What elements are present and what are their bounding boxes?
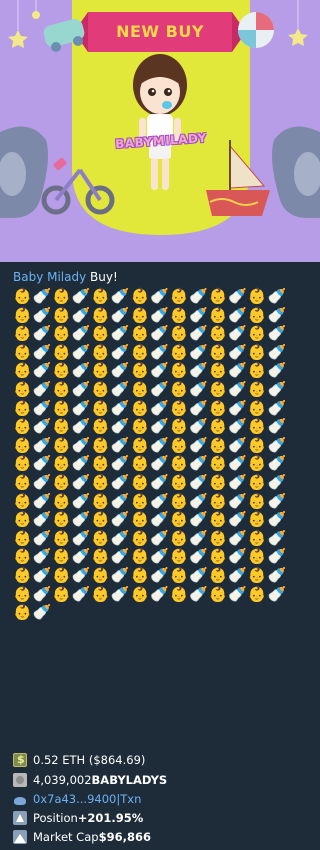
message-bubble: Baby Milady Buy! 👶🍼👶🍼👶🍼👶🍼👶🍼👶🍼👶🍼👶🍼👶🍼👶🍼👶🍼👶… (0, 262, 320, 850)
stat-market-cap: Market Cap $96,866 (13, 829, 151, 845)
headline: Baby Milady Buy! (13, 269, 118, 285)
beach-ball-icon (238, 12, 274, 48)
position-value: +201.95% (77, 811, 144, 825)
market-cap-value: $96,866 (98, 830, 151, 844)
banner-title: NEW BUY (116, 22, 204, 41)
mountain-icon (13, 830, 27, 844)
market-cap-label: Market Cap (33, 830, 99, 844)
spent-amount: 0.52 ETH ($864.69) (33, 753, 146, 767)
cash-icon (13, 752, 27, 768)
stat-spent: 0.52 ETH ($864.69) (13, 752, 145, 768)
stat-received: 4,039,002 BABYLADYS (13, 772, 167, 788)
whale-icon (13, 792, 27, 806)
buyer-address-link[interactable]: 0x7a43...9400 (33, 791, 116, 807)
up-arrow-icon (13, 811, 27, 825)
token-link[interactable]: Baby Milady (13, 270, 86, 284)
txn-link[interactable]: Txn (120, 791, 141, 807)
banner-image: NEW BUY BABYMILADY (0, 0, 320, 262)
emoji-grid: 👶🍼👶🍼👶🍼👶🍼👶🍼👶🍼👶🍼👶🍼👶🍼👶🍼👶🍼👶🍼👶🍼👶🍼👶🍼👶🍼👶🍼👶🍼👶🍼👶🍼… (13, 287, 288, 622)
stat-buyer: 0x7a43...9400 | Txn (13, 791, 141, 807)
received-symbol: BABYLADYS (91, 773, 168, 787)
headline-suffix: Buy! (86, 270, 118, 284)
position-label: Position (33, 811, 78, 825)
received-amount: 4,039,002 (33, 773, 92, 787)
coin-icon (13, 773, 27, 787)
stat-position: Position +201.95% (13, 810, 143, 826)
